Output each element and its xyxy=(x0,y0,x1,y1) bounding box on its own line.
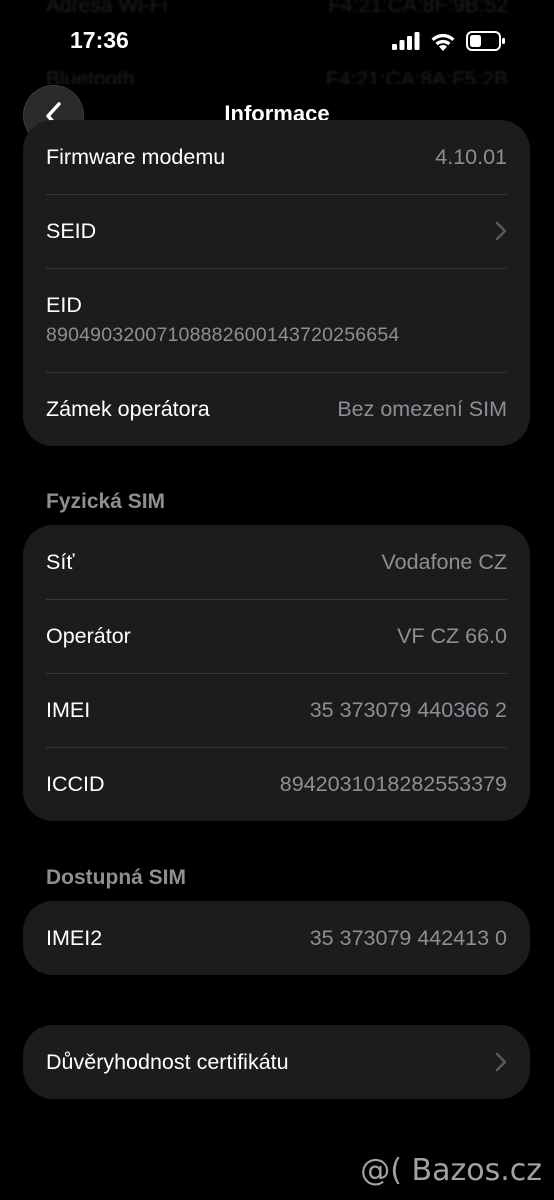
imei2-label: IMEI2 xyxy=(46,925,103,950)
available-sim-header: Dostupná SIM xyxy=(46,866,186,889)
firmware-label: Firmware modemu xyxy=(46,144,226,169)
wifi-icon xyxy=(431,33,455,51)
physical-sim-header: Fyzická SIM xyxy=(46,490,166,513)
status-icons xyxy=(392,31,506,51)
watermark: @( Bazos.cz xyxy=(360,1153,542,1188)
certificate-trust-label: Důvěryhodnost certifikátu xyxy=(46,1049,289,1074)
imei-value: 35 373079 440366 2 xyxy=(309,697,507,722)
cellular-signal-icon xyxy=(392,32,420,50)
iccid-row: ICCID 8942031018282553379 xyxy=(23,747,530,821)
device-info-card: Firmware modemu 4.10.01 SEID EID 8904903… xyxy=(23,120,530,446)
iccid-value: 8942031018282553379 xyxy=(279,771,507,796)
status-bar: 17:36 xyxy=(0,0,554,84)
imei-label: IMEI xyxy=(46,697,91,722)
available-sim-card: IMEI2 35 373079 442413 0 xyxy=(23,901,530,975)
seid-row[interactable]: SEID xyxy=(23,194,530,268)
imei-row: IMEI 35 373079 440366 2 xyxy=(23,673,530,747)
certificate-card: Důvěryhodnost certifikátu xyxy=(23,1025,530,1099)
carrier-lock-value: Bez omezení SIM xyxy=(337,396,507,421)
carrier-lock-row: Zámek operátora Bez omezení SIM xyxy=(23,372,530,446)
chevron-right-icon xyxy=(495,221,507,241)
battery-icon xyxy=(466,31,505,51)
carrier-lock-label: Zámek operátora xyxy=(46,396,210,421)
operator-label: Operátor xyxy=(46,623,131,648)
status-time: 17:36 xyxy=(70,27,129,53)
iccid-label: ICCID xyxy=(46,771,105,796)
network-value: Vodafone CZ xyxy=(381,549,507,574)
eid-row: EID 89049032007108882600143720256654 xyxy=(23,268,530,372)
eid-label: EID xyxy=(46,293,82,317)
imei2-row: IMEI2 35 373079 442413 0 xyxy=(23,901,530,975)
seid-label: SEID xyxy=(46,218,97,243)
imei2-value: 35 373079 442413 0 xyxy=(309,925,507,950)
physical-sim-card: Síť Vodafone CZ Operátor VF CZ 66.0 IMEI… xyxy=(23,525,530,821)
network-label: Síť xyxy=(46,549,75,574)
chevron-right-icon xyxy=(495,1052,507,1072)
operator-value: VF CZ 66.0 xyxy=(397,623,507,648)
certificate-trust-row[interactable]: Důvěryhodnost certifikátu xyxy=(23,1025,530,1099)
firmware-value: 4.10.01 xyxy=(435,144,507,169)
firmware-row: Firmware modemu 4.10.01 xyxy=(23,120,530,194)
operator-row: Operátor VF CZ 66.0 xyxy=(23,599,530,673)
network-row: Síť Vodafone CZ xyxy=(23,525,530,599)
eid-value: 89049032007108882600143720256654 xyxy=(46,324,400,346)
